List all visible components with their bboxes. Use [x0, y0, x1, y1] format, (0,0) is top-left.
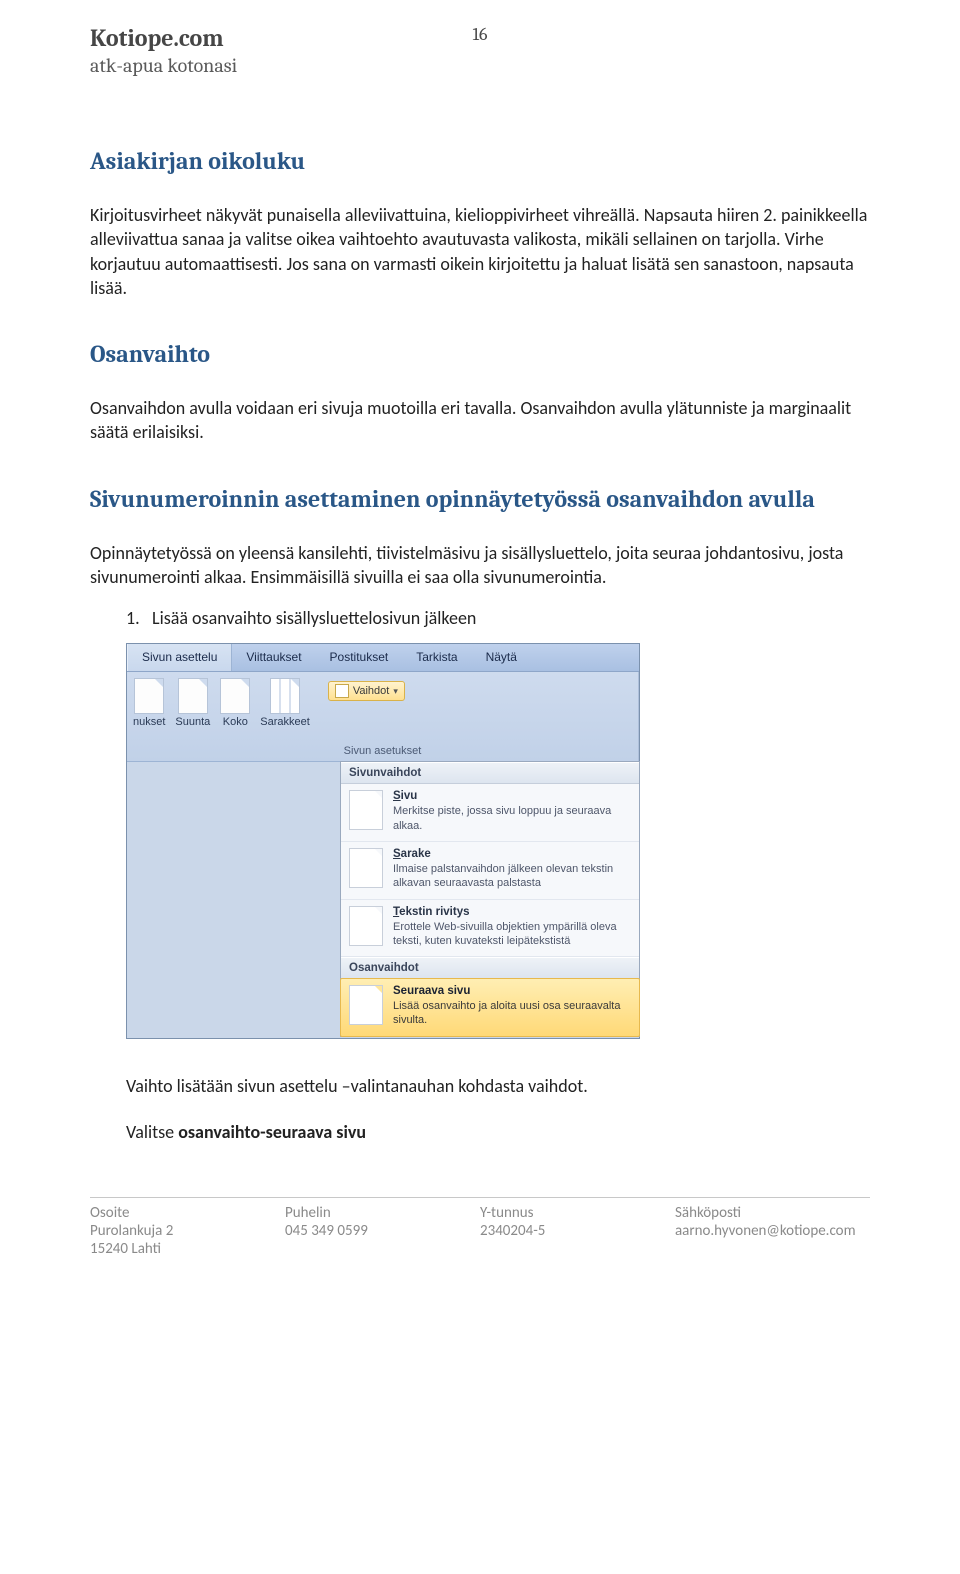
footer-divider	[90, 1197, 870, 1198]
heading-osanvaihto: Osanvaihto	[90, 340, 870, 368]
heading-sivunumerointi: Sivunumeroinnin asettaminen opinnäytetyö…	[90, 485, 870, 513]
paragraph-after-2: Valitse osanvaihto-seuraava sivu	[126, 1121, 870, 1143]
ribbon-btn-label: nukset	[133, 716, 165, 728]
chevron-down-icon: ▾	[393, 686, 398, 697]
ribbon-btn-suunta[interactable]: Suunta	[175, 678, 210, 728]
site-tagline: atk-apua kotonasi	[90, 54, 870, 77]
dd-desc: Erottele Web-sivuilla objektien ympärill…	[393, 920, 631, 949]
dropdown-item-seuraava-sivu[interactable]: Seuraava sivu Lisää osanvaihto ja aloita…	[340, 978, 640, 1037]
dd-desc: Ilmaise palstanvaihdon jälkeen olevan te…	[393, 862, 631, 891]
tab-sivun-asettelu[interactable]: Sivun asettelu	[127, 644, 232, 671]
page-break-icon	[349, 790, 383, 830]
page-icon	[220, 678, 250, 714]
column-break-icon	[349, 848, 383, 888]
list-number: 1.	[126, 607, 152, 629]
text-span: Valitse	[126, 1121, 178, 1143]
page-footer: Osoite Purolankuja 2 15240 Lahti Puhelin…	[90, 1204, 870, 1258]
ribbon-btn-reunukset[interactable]: nukset	[133, 678, 165, 728]
ribbon-btn-label: Sarakkeet	[260, 716, 310, 728]
text-wrap-icon	[349, 906, 383, 946]
paragraph-oikoluku: Kirjoitusvirheet näkyvät punaisella alle…	[90, 203, 870, 300]
tab-tarkista[interactable]: Tarkista	[402, 644, 471, 671]
footer-value: 15240 Lahti	[90, 1240, 285, 1258]
ribbon-body: nukset Suunta Koko Sarakkeet	[127, 672, 639, 762]
dd-underline: T	[393, 906, 399, 918]
ribbon-btn-label: Vaihdot	[353, 685, 390, 697]
ribbon-btn-label: Suunta	[175, 716, 210, 728]
dropdown-item-tekstin-rivitys[interactable]: Tekstin rivitys Erottele Web-sivuilla ob…	[341, 900, 639, 958]
footer-value: 045 349 0599	[285, 1222, 480, 1240]
footer-value: 2340204-5	[480, 1222, 675, 1240]
tab-nayta[interactable]: Näytä	[472, 644, 531, 671]
list-item-text: Lisää osanvaihto sisällysluettelosivun j…	[152, 607, 476, 629]
ribbon-tabs: Sivun asettelu Viittaukset Postitukset T…	[127, 644, 639, 672]
word-screenshot: Sivun asettelu Viittaukset Postitukset T…	[126, 643, 640, 1038]
tab-viittaukset[interactable]: Viittaukset	[232, 644, 315, 671]
dd-underline: S	[393, 790, 401, 802]
page-number: 16	[0, 24, 960, 45]
footer-col-puhelin: Puhelin 045 349 0599	[285, 1204, 480, 1258]
ribbon-btn-koko[interactable]: Koko	[220, 678, 250, 728]
heading-oikoluku: Asiakirjan oikoluku	[90, 147, 870, 175]
breaks-icon	[335, 684, 349, 698]
dd-desc: Lisää osanvaihto ja aloita uusi osa seur…	[393, 999, 631, 1028]
dd-desc: Merkitse piste, jossa sivu loppuu ja seu…	[393, 804, 631, 833]
columns-icon	[270, 678, 300, 714]
footer-heading: Osoite	[90, 1204, 285, 1222]
footer-heading: Y-tunnus	[480, 1204, 675, 1222]
footer-heading: Puhelin	[285, 1204, 480, 1222]
page-icon	[178, 678, 208, 714]
list-item-1: 1.Lisää osanvaihto sisällysluettelosivun…	[126, 607, 870, 629]
dropdown-header-osanvaihdot: Osanvaihdot	[341, 957, 639, 979]
footer-value: aarno.hyvonen@kotiope.com	[675, 1222, 870, 1240]
section-next-page-icon	[349, 985, 383, 1025]
dropdown-item-sarake[interactable]: Sarake Ilmaise palstanvaihdon jälkeen ol…	[341, 842, 639, 900]
dd-title: Seuraava sivu	[393, 985, 631, 997]
ribbon-btn-label: Koko	[223, 716, 248, 728]
vaihdot-dropdown: Sivunvaihdot Sivu Merkitse piste, jossa …	[340, 761, 640, 1036]
paragraph-osanvaihto: Osanvaihdon avulla voidaan eri sivuja mu…	[90, 396, 870, 445]
tab-postitukset[interactable]: Postitukset	[316, 644, 403, 671]
paragraph-sivunumerointi: Opinnäytetyössä on yleensä kansilehti, t…	[90, 541, 870, 590]
dropdown-header-sivunvaihdot: Sivunvaihdot	[341, 762, 639, 784]
footer-col-sahkoposti: Sähköposti aarno.hyvonen@kotiope.com	[675, 1204, 870, 1258]
footer-col-ytunnus: Y-tunnus 2340204-5	[480, 1204, 675, 1258]
ribbon-btn-sarakkeet[interactable]: Sarakkeet	[260, 678, 310, 728]
footer-value: Purolankuja 2	[90, 1222, 285, 1240]
dd-underline: S	[393, 848, 401, 860]
dropdown-item-sivu[interactable]: Sivu Merkitse piste, jossa sivu loppuu j…	[341, 784, 639, 842]
bold-text: osanvaihto-seuraava sivu	[178, 1121, 366, 1143]
ribbon-group-label: Sivun asetukset	[133, 745, 632, 759]
paragraph-after-1: Vaihto lisätään sivun asettelu –valintan…	[126, 1075, 870, 1097]
footer-col-osoite: Osoite Purolankuja 2 15240 Lahti	[90, 1204, 285, 1258]
ribbon-btn-vaihdot[interactable]: Vaihdot ▾	[328, 681, 405, 701]
footer-heading: Sähköposti	[675, 1204, 870, 1222]
page-icon	[134, 678, 164, 714]
